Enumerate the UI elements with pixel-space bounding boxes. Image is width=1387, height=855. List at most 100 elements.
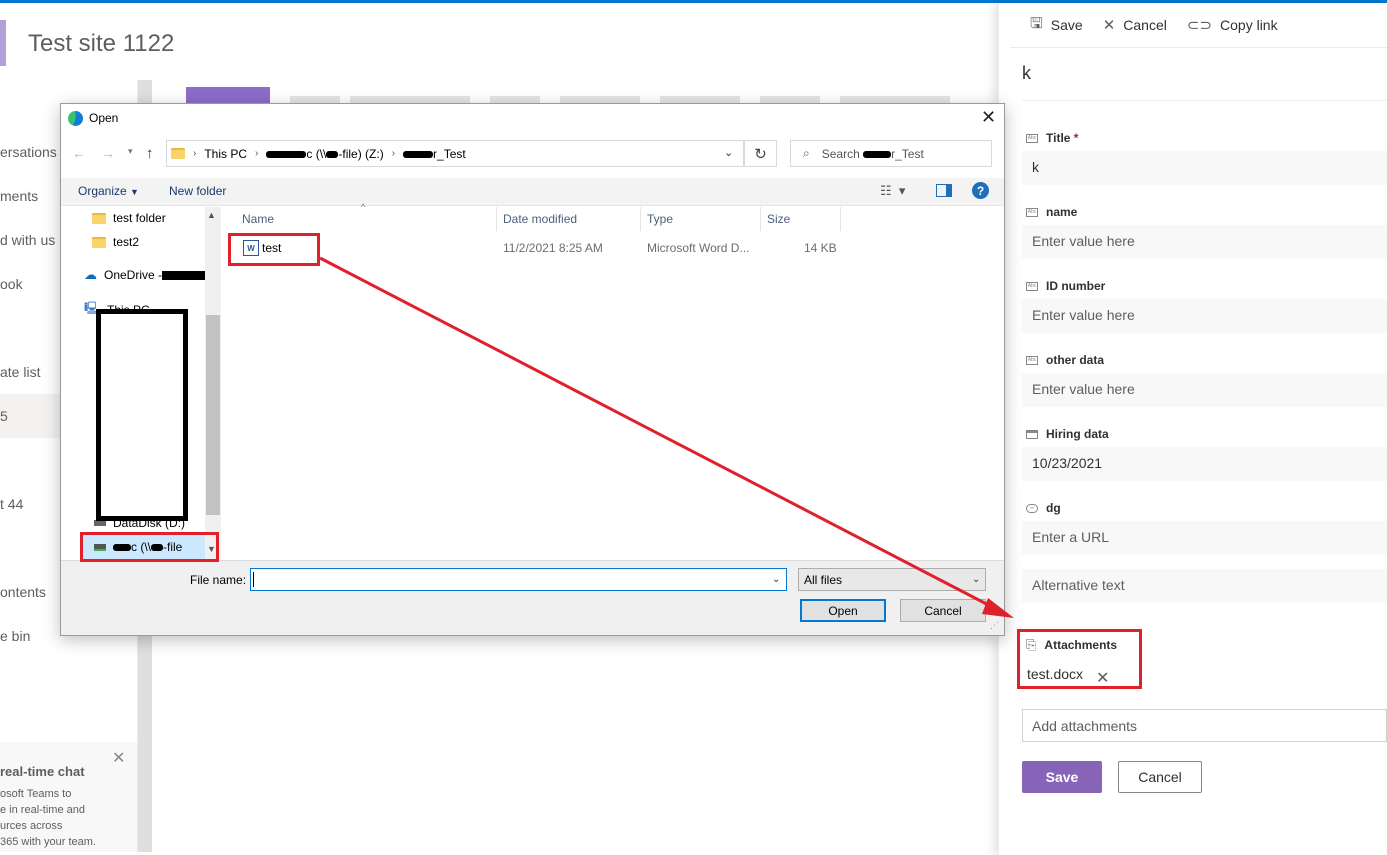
dg-alt-text-input[interactable]: Alternative text — [1022, 569, 1387, 603]
text-caret — [253, 572, 254, 587]
required-mark: * — [1073, 131, 1079, 145]
nav-item-list-44[interactable]: t 44 — [0, 496, 23, 512]
organize-menu[interactable]: Organize ▼ — [78, 184, 139, 198]
up-arrow-icon[interactable]: ↑ — [146, 145, 154, 162]
annotation-box-file — [228, 233, 320, 266]
nav-item-list[interactable]: ate list — [0, 364, 40, 380]
panel-save-label: Save — [1050, 17, 1083, 33]
preview-pane-icon[interactable] — [936, 184, 952, 197]
hiring-date-input[interactable]: 10/23/2021 — [1022, 447, 1387, 481]
folder-icon — [92, 212, 106, 224]
column-separator[interactable] — [640, 207, 641, 231]
field-label-id-number: Abc ID number — [1026, 279, 1106, 293]
chevron-down-icon[interactable]: ⌄ — [772, 574, 780, 585]
tree-item-onedrive[interactable]: ☁ OneDrive - — [84, 267, 207, 283]
file-row-type: Microsoft Word D... — [647, 241, 750, 255]
nav-item-site-contents[interactable]: ontents — [0, 584, 46, 600]
dialog-title: Open — [89, 111, 119, 125]
nav-item-notebook[interactable]: ook — [0, 276, 23, 292]
field-label-other-data: Abc other data — [1026, 353, 1105, 367]
back-arrow-icon[interactable]: ← — [72, 145, 86, 161]
nav-item-conversations[interactable]: ersations — [0, 144, 57, 160]
name-input[interactable]: Enter value here — [1022, 225, 1387, 259]
site-title[interactable]: Test site 1122 — [28, 30, 174, 58]
view-options-icon[interactable]: ☷ ▾ — [880, 183, 905, 199]
nav-item-recycle-bin[interactable]: e bin — [0, 628, 30, 644]
file-name-label: File name: — [190, 573, 247, 587]
file-name-input[interactable] — [250, 568, 787, 591]
panel-cancel-label: Cancel — [1123, 17, 1167, 33]
site-logo — [0, 20, 6, 66]
resize-grip-icon[interactable]: ⋰ — [990, 620, 999, 631]
other-data-input[interactable]: Enter value here — [1022, 373, 1387, 407]
refresh-icon[interactable]: ↻ — [744, 140, 777, 167]
address-bar[interactable]: › This PC › c (\\ -file) (Z:) › r_Test — [166, 140, 744, 167]
annotation-box-drive — [80, 532, 219, 562]
recent-locations-icon[interactable]: ▾ — [128, 146, 133, 157]
chevron-right-icon: › — [193, 148, 197, 159]
divider — [1022, 100, 1387, 101]
panel-save-command[interactable]: 🖫 Save — [1030, 13, 1083, 38]
file-type-filter[interactable]: All files — [798, 568, 986, 591]
column-separator[interactable] — [496, 207, 497, 231]
chevron-right-icon: › — [255, 148, 259, 159]
file-row-size: 14 KB — [804, 241, 837, 255]
nav-item-shared[interactable]: d with us — [0, 232, 55, 248]
column-header-size[interactable]: Size — [767, 212, 790, 226]
text-field-icon: Abc — [1026, 355, 1038, 365]
cloud-icon: ☁ — [84, 267, 97, 282]
id-number-input[interactable]: Enter value here — [1022, 299, 1387, 333]
tree-item-test-folder[interactable]: test folder — [92, 211, 166, 225]
redaction — [162, 271, 207, 281]
cancel-button[interactable]: Cancel — [1118, 761, 1202, 793]
redaction — [266, 150, 307, 158]
calendar-icon — [1026, 429, 1038, 439]
title-input[interactable]: k — [1022, 151, 1387, 185]
panel-toolbar: 🖫 Save ✕ Cancel ⊂⊃ Copy link — [1030, 14, 1278, 36]
field-label-name: Abc name — [1026, 205, 1078, 219]
column-separator[interactable] — [760, 207, 761, 231]
redaction-box — [96, 309, 188, 521]
folder-icon — [171, 148, 185, 159]
scroll-up-icon[interactable]: ▲ — [207, 210, 216, 220]
column-header-date[interactable]: Date modified — [503, 212, 577, 226]
link-icon: ∞ — [1026, 503, 1038, 513]
add-attachments-button[interactable]: Add attachments — [1022, 709, 1387, 742]
panel-cancel-command[interactable]: ✕ Cancel — [1103, 16, 1167, 34]
text-field-icon: Abc — [1026, 133, 1038, 143]
copy-link-command[interactable]: ⊂⊃ Copy link — [1187, 16, 1278, 34]
file-row-date: 11/2/2021 8:25 AM — [503, 241, 603, 255]
column-header-type[interactable]: Type — [647, 212, 673, 226]
dg-url-input[interactable]: Enter a URL — [1022, 521, 1387, 555]
open-button[interactable]: Open — [800, 599, 886, 622]
nav-item-documents[interactable]: ments — [0, 188, 38, 204]
divider — [1010, 47, 1387, 48]
link-icon: ⊂⊃ — [1186, 17, 1213, 34]
text-field-icon: Abc — [1026, 207, 1038, 217]
column-separator[interactable] — [840, 207, 841, 231]
new-folder-button[interactable]: New folder — [169, 184, 226, 198]
teams-promo-line: urces across — [0, 820, 63, 832]
chevron-down-icon[interactable]: ⌄ — [972, 574, 980, 585]
breadcrumb-network-drive[interactable]: c (\\ -file) (Z:) — [266, 147, 384, 161]
column-header-name[interactable]: Name — [242, 212, 274, 226]
forward-arrow-icon[interactable]: → — [101, 145, 115, 161]
dialog-cancel-button[interactable]: Cancel — [900, 599, 986, 622]
tree-item-test2[interactable]: test2 — [92, 235, 139, 249]
field-label-hiring-data: Hiring data — [1026, 427, 1109, 441]
dialog-close-icon[interactable]: ✕ — [981, 107, 996, 128]
help-icon[interactable]: ? — [972, 182, 989, 199]
item-title: k — [1022, 63, 1031, 83]
close-icon[interactable]: ✕ — [112, 748, 125, 768]
field-label-dg: ∞ dg — [1026, 501, 1061, 515]
sort-ascending-icon: ^ — [361, 202, 366, 212]
save-icon: 🖫 — [1030, 14, 1043, 32]
scrollbar-thumb[interactable] — [206, 315, 220, 515]
breadcrumb-this-pc[interactable]: This PC — [204, 147, 247, 161]
redaction — [403, 150, 434, 158]
redaction — [326, 150, 339, 158]
breadcrumb-folder[interactable]: r_Test — [403, 147, 466, 161]
chevron-down-icon[interactable]: ⌄ — [724, 146, 733, 159]
save-button[interactable]: Save — [1022, 761, 1102, 793]
search-input[interactable]: ⌕ Search r_Test — [790, 140, 992, 167]
